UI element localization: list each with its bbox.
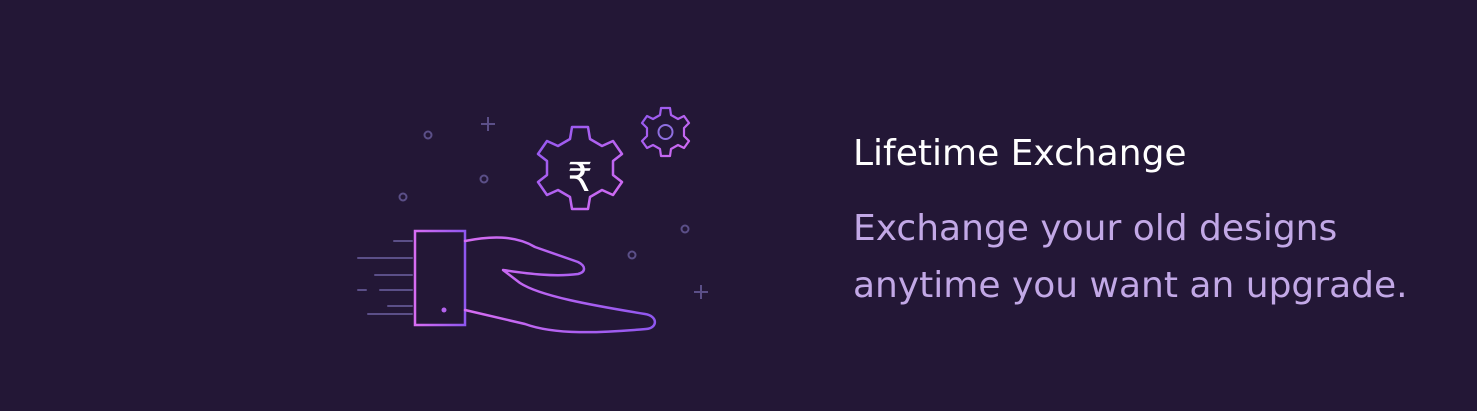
small-gear-icon <box>640 106 691 158</box>
feature-description-line-2: anytime you want an upgrade. <box>853 265 1408 306</box>
feature-text: Lifetime Exchange Exchange your old desi… <box>853 130 1463 314</box>
exchange-illustration: ₹ <box>340 100 730 350</box>
feature-description-line-1: Exchange your old designs <box>853 208 1338 249</box>
speed-lines-icon <box>357 240 413 315</box>
sleeve-cuff-icon <box>413 229 467 327</box>
rupee-gear-icon: ₹ <box>536 125 624 211</box>
feature-title: Lifetime Exchange <box>853 133 1187 174</box>
hand-holding-gear-icon: ₹ <box>357 106 708 334</box>
rupee-symbol: ₹ <box>567 155 592 201</box>
lifetime-exchange-banner: ₹ Lifetime Exchange Exchange your old de… <box>0 0 1477 411</box>
feature-description: Exchange your old designs anytime you wa… <box>853 200 1463 314</box>
open-hand-icon <box>463 236 657 334</box>
